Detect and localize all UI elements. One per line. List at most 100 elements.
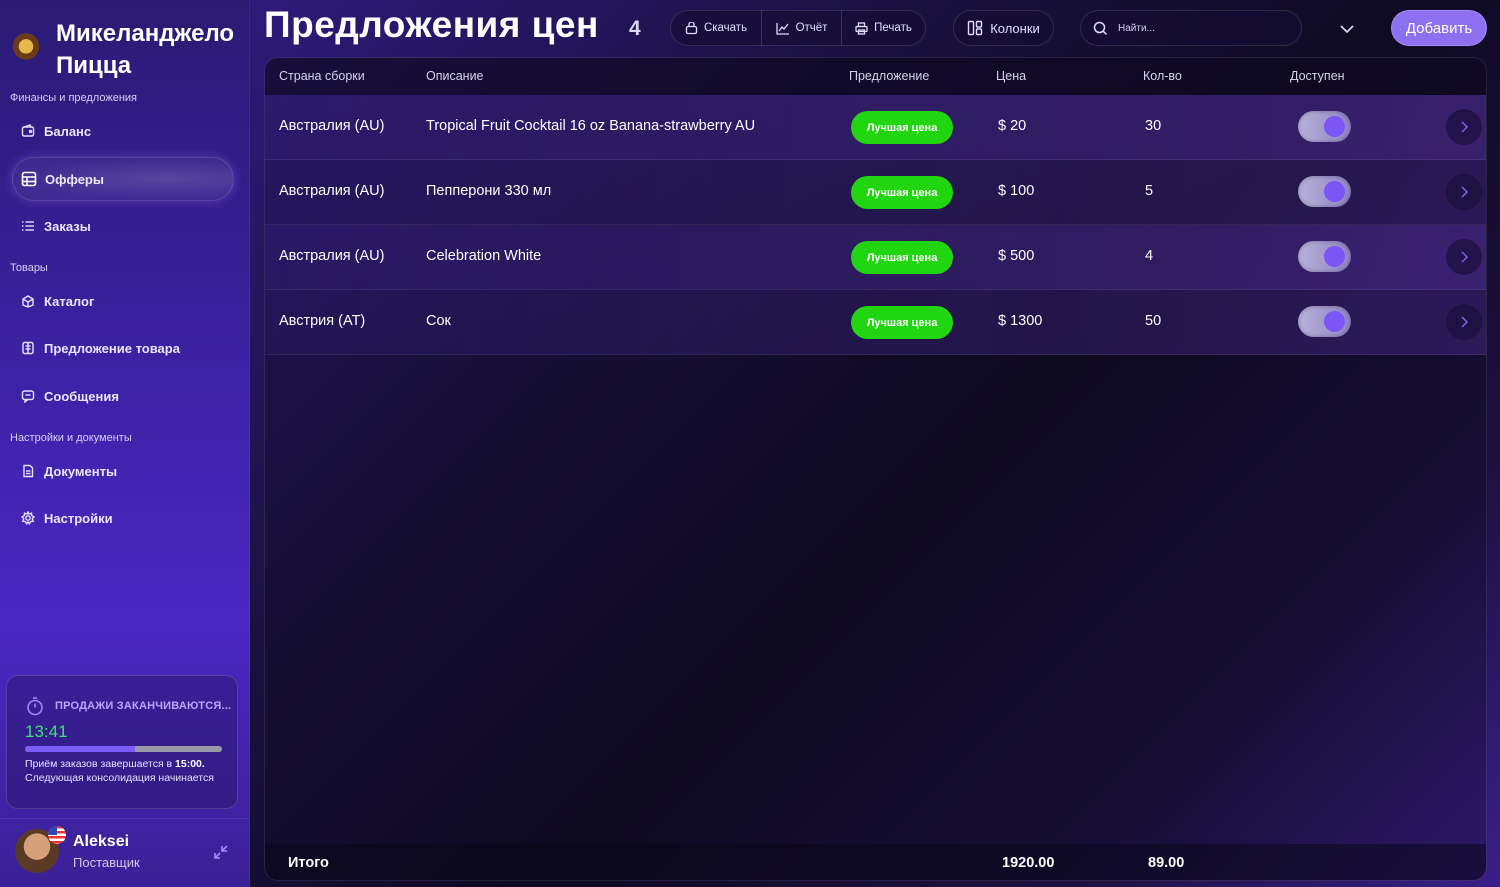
cell-qty: 50 <box>1145 313 1162 329</box>
wallet-icon <box>20 123 36 139</box>
gear-icon <box>20 510 36 526</box>
product-offer-icon <box>20 340 36 356</box>
sidebar-item-orders[interactable]: Заказы <box>12 205 234 247</box>
best-price-badge: Лучшая цена <box>851 176 953 209</box>
timer-title: ПРОДАЖИ ЗАКАНЧИВАЮТСЯ... <box>55 700 232 712</box>
timer-progress-fill <box>25 746 136 752</box>
sidebar-item-label: Настройки <box>44 510 113 526</box>
table-row[interactable]: Австралия (AU) Пепперони 330 мл Лучшая ц… <box>265 160 1486 225</box>
available-toggle[interactable] <box>1298 306 1351 337</box>
available-toggle[interactable] <box>1298 111 1351 142</box>
table-footer: Итого 1920.00 89.00 <box>265 844 1486 880</box>
cell-price: $ 500 <box>998 248 1035 264</box>
sidebar-item-documents[interactable]: Документы <box>12 450 234 492</box>
print-icon <box>855 21 874 35</box>
sidebar-item-label: Предложение товара <box>44 340 180 356</box>
timer-progress-bar <box>25 746 222 752</box>
available-toggle[interactable] <box>1298 241 1351 272</box>
add-button[interactable]: Добавить <box>1391 10 1487 46</box>
search-input[interactable] <box>1118 22 1288 34</box>
cell-price: $ 100 <box>998 183 1035 199</box>
toggle-knob <box>1324 246 1345 267</box>
us-flag-icon <box>48 826 66 844</box>
user-profile[interactable]: Aleksei Поставщик <box>0 818 249 887</box>
columns-button[interactable]: Колонки <box>953 10 1054 46</box>
print-button[interactable]: Печать <box>841 10 925 46</box>
column-header-description[interactable]: Описание <box>426 69 484 83</box>
table-icon <box>21 171 37 187</box>
sidebar: Микеланджело Пицца Финансы и предложения… <box>0 0 250 887</box>
user-role: Поставщик <box>73 855 140 870</box>
page-count: 4 <box>629 17 641 40</box>
cell-price: $ 20 <box>998 118 1027 134</box>
message-icon <box>20 388 36 404</box>
chart-icon <box>775 22 796 35</box>
list-icon <box>20 218 36 234</box>
columns-label: Колонки <box>990 20 1040 36</box>
sidebar-item-settings[interactable]: Настройки <box>12 497 234 539</box>
chevron-right-icon[interactable] <box>1446 304 1482 340</box>
offers-table: Страна сборки Описание Предложение Цена … <box>264 57 1487 881</box>
section-label-finance: Финансы и предложения <box>10 92 137 104</box>
pizza-logo-icon <box>10 32 42 64</box>
timer-text-prefix: Приём заказов завершается в <box>25 758 176 770</box>
table-header: Страна сборки Описание Предложение Цена … <box>265 58 1486 95</box>
toggle-knob <box>1324 116 1345 137</box>
sidebar-item-label: Сообщения <box>44 388 119 404</box>
chevron-right-icon[interactable] <box>1446 239 1482 275</box>
footer-price-total: 1920.00 <box>1002 855 1055 871</box>
download-icon <box>685 21 704 35</box>
toggle-knob <box>1324 311 1345 332</box>
column-header-available[interactable]: Доступен <box>1290 69 1345 83</box>
cell-price: $ 1300 <box>998 313 1043 329</box>
timer-text: Приём заказов завершается в 15:00. Следу… <box>25 757 230 785</box>
table-row[interactable]: Австралия (AU) Celebration White Лучшая … <box>265 225 1486 290</box>
cell-qty: 4 <box>1145 248 1154 264</box>
sidebar-item-label: Документы <box>44 463 118 479</box>
print-label: Печать <box>874 22 912 34</box>
sidebar-item-messages[interactable]: Сообщения <box>12 375 234 417</box>
download-button[interactable]: Скачать <box>671 10 761 46</box>
best-price-badge: Лучшая цена <box>851 111 953 144</box>
section-label-products: Товары <box>10 262 48 274</box>
sidebar-item-label: Заказы <box>44 218 91 234</box>
column-header-qty[interactable]: Кол-во <box>1143 69 1182 83</box>
sidebar-item-offers[interactable]: Офферы <box>12 157 234 201</box>
sidebar-item-label: Баланс <box>44 123 92 139</box>
report-button[interactable]: Отчёт <box>761 10 841 46</box>
chevron-down-icon[interactable] <box>1336 18 1358 40</box>
sidebar-item-balance[interactable]: Баланс <box>12 110 234 152</box>
cell-country: Австралия (AU) <box>279 248 385 264</box>
cell-description: Celebration White <box>426 248 542 264</box>
catalog-icon <box>20 293 36 309</box>
timer-text-suffix: Следующая консолидация начинается <box>25 772 214 784</box>
cell-country: Австралия (AU) <box>279 118 385 134</box>
table-row[interactable]: Австрия (AT) Сок Лучшая цена $ 1300 50 <box>265 290 1486 355</box>
chevron-right-icon[interactable] <box>1446 174 1482 210</box>
cell-description: Tropical Fruit Cocktail 16 oz Banana-str… <box>426 118 756 134</box>
collapse-icon[interactable] <box>212 843 230 861</box>
main-content: Предложения цен 4 Скачать Отчёт Печать К… <box>250 0 1500 887</box>
toolbar-group: Скачать Отчёт Печать <box>670 10 926 46</box>
sidebar-item-label: Офферы <box>45 171 104 187</box>
best-price-badge: Лучшая цена <box>851 241 953 274</box>
sidebar-item-label: Каталог <box>44 293 95 309</box>
column-header-country[interactable]: Страна сборки <box>279 69 365 83</box>
search-icon <box>1093 21 1108 36</box>
available-toggle[interactable] <box>1298 176 1351 207</box>
sidebar-item-product-offer[interactable]: Предложение товара <box>12 327 234 369</box>
best-price-badge: Лучшая цена <box>851 306 953 339</box>
column-header-price[interactable]: Цена <box>996 69 1026 83</box>
report-label: Отчёт <box>795 22 828 34</box>
chevron-right-icon[interactable] <box>1446 109 1482 145</box>
page-title: Предложения цен <box>264 4 599 45</box>
brand-title: Микеланджело Пицца <box>56 20 235 79</box>
column-header-offer[interactable]: Предложение <box>849 69 929 83</box>
brand: Микеланджело Пицца <box>10 18 246 82</box>
sidebar-item-catalog[interactable]: Каталог <box>12 280 234 322</box>
stopwatch-icon <box>25 696 45 716</box>
columns-icon <box>967 20 990 36</box>
table-row[interactable]: Австралия (AU) Tropical Fruit Cocktail 1… <box>265 95 1486 160</box>
search-box <box>1080 10 1302 46</box>
document-icon <box>20 463 36 479</box>
